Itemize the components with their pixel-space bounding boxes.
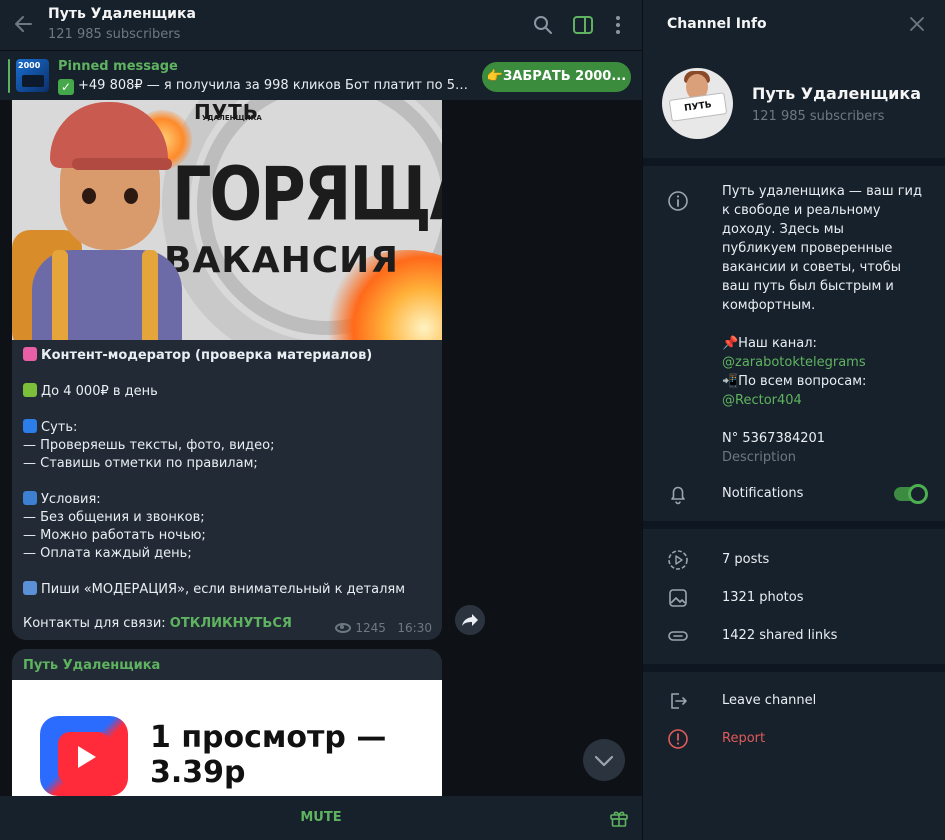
channel-name: Путь Удаленщика bbox=[752, 84, 922, 103]
pinned-action-button[interactable]: 👉ЗАБРАТЬ 2000... bbox=[482, 62, 631, 92]
conditions-item: — Можно работать ночью; bbox=[23, 528, 206, 543]
boy-strap-right bbox=[142, 250, 158, 340]
pinned-message-bar[interactable]: 2000 Pinned message ✓ +49 808₽ — я получи… bbox=[0, 50, 642, 100]
hero-logo-bottom: УДАЛЕНЩИКА bbox=[202, 114, 262, 122]
more-menu-icon[interactable] bbox=[607, 14, 629, 36]
conditions-title-line: Условия: bbox=[23, 491, 435, 509]
essence-item: — Ставишь отметки по правилам; bbox=[23, 456, 258, 471]
photo-icon bbox=[669, 589, 687, 607]
info-icon bbox=[668, 191, 688, 211]
essence-title-line: Суть: bbox=[23, 419, 435, 437]
questions-line: 📲По всем вопросам: bbox=[722, 374, 867, 389]
boy-eye-left bbox=[82, 188, 96, 204]
links-count[interactable]: 1422 shared links bbox=[722, 628, 837, 643]
conditions-item: — Без общения и звонков; bbox=[23, 510, 205, 525]
sponge-emoji-icon bbox=[23, 347, 37, 361]
close-icon[interactable] bbox=[909, 16, 925, 32]
message-bubble[interactable]: Путь Удаленщика 1 просмотр — 3.39р bbox=[12, 649, 442, 809]
description-label: Description bbox=[722, 450, 797, 465]
photos-count[interactable]: 1321 photos bbox=[722, 590, 804, 605]
essence-item: — Проверяешь тексты, фото, видео; bbox=[23, 438, 275, 453]
view-count: 1245 bbox=[355, 621, 386, 635]
boy-eye-right bbox=[124, 188, 138, 204]
channel-subscribers: 121 985 subscribers bbox=[752, 109, 885, 124]
video-app-logo-icon bbox=[40, 716, 128, 796]
panel-title: Channel Info bbox=[667, 16, 767, 32]
message-image[interactable]: ПУТЬ УДАЛЕНЩИКА ГОРЯЩАЯ ВАКАНСИЯ bbox=[12, 100, 442, 340]
link-icon bbox=[668, 631, 688, 641]
hero-headline-2: ВАКАНСИЯ bbox=[164, 240, 399, 281]
message-text: Контент-модератор (проверка материалов) … bbox=[23, 347, 435, 599]
salary-line: До 4 000₽ в день bbox=[23, 383, 435, 401]
views-eye-icon bbox=[335, 623, 352, 633]
leave-channel-button[interactable]: Leave channel bbox=[722, 693, 816, 708]
notifications-toggle[interactable] bbox=[894, 484, 928, 504]
search-icon[interactable] bbox=[532, 14, 554, 36]
lightning-emoji-icon bbox=[23, 581, 37, 595]
pinned-thumbnail: 2000 bbox=[16, 59, 49, 92]
message-author[interactable]: Путь Удаленщика bbox=[23, 658, 160, 673]
channel-number: N° 5367384201 bbox=[722, 431, 826, 446]
boy-strap-left bbox=[52, 250, 68, 340]
divider bbox=[643, 664, 945, 672]
chat-footer: MUTE bbox=[0, 796, 642, 840]
contact-prefix: Контакты для связи: bbox=[23, 616, 170, 631]
posts-count[interactable]: 7 posts bbox=[722, 552, 769, 567]
message-meta: 1245 16:30 bbox=[335, 621, 432, 635]
leave-icon bbox=[671, 693, 687, 709]
report-icon bbox=[668, 729, 688, 749]
message-time: 16:30 bbox=[397, 621, 432, 635]
chat-header: Путь Удаленщика 121 985 subscribers bbox=[0, 0, 642, 50]
channel-link[interactable]: @zarabotoktelegrams bbox=[722, 353, 922, 372]
money-bag-emoji-icon bbox=[23, 383, 37, 397]
channel-info-panel: Channel Info ПУТЬ Путь Удаленщика 121 98… bbox=[642, 0, 945, 840]
salary-text: До 4 000₽ в день bbox=[41, 384, 158, 399]
gift-icon[interactable] bbox=[609, 808, 629, 828]
channel-avatar[interactable]: ПУТЬ bbox=[662, 68, 733, 139]
sidebar-toggle-icon[interactable] bbox=[572, 14, 594, 36]
divider bbox=[643, 158, 945, 166]
notifications-label: Notifications bbox=[722, 486, 804, 501]
forward-share-icon[interactable] bbox=[455, 605, 485, 635]
scroll-down-chevron-icon[interactable] bbox=[583, 739, 625, 781]
vacancy-title-line: Контент-модератор (проверка материалов) bbox=[23, 347, 435, 365]
description-text: Путь удаленщика — ваш гид к свободе и ре… bbox=[722, 184, 922, 313]
questions-link[interactable]: @Rector404 bbox=[722, 391, 922, 410]
message-image-text: 1 просмотр — 3.39р bbox=[150, 720, 387, 790]
chat-area: Путь Удаленщика 121 985 subscribers 2000… bbox=[0, 0, 642, 840]
divider bbox=[643, 521, 945, 529]
channel-line: 📌Наш канал: bbox=[722, 336, 817, 351]
pinned-indicator bbox=[8, 59, 10, 93]
message-bubble[interactable]: ПУТЬ УДАЛЕНЩИКА ГОРЯЩАЯ ВАКАНСИЯ Контент… bbox=[12, 100, 442, 640]
contact-line: Контакты для связи: ОТКЛИКНУТЬСЯ bbox=[23, 616, 292, 631]
back-arrow-icon[interactable] bbox=[12, 13, 34, 35]
pinned-label: Pinned message bbox=[58, 59, 178, 74]
chat-title[interactable]: Путь Удаленщика bbox=[48, 6, 196, 22]
bell-icon bbox=[671, 486, 685, 505]
pinned-text-content: +49 808₽ — я получила за 998 кликов Бот … bbox=[78, 78, 470, 93]
boy-cap-brim bbox=[72, 158, 172, 170]
posts-icon bbox=[668, 550, 688, 570]
channel-description: Путь удаленщика — ваш гид к свободе и ре… bbox=[722, 182, 922, 467]
conditions-item: — Оплата каждый день; bbox=[23, 546, 192, 561]
chat-subscribers: 121 985 subscribers bbox=[48, 27, 181, 42]
call-text: Пиши «МОДЕРАЦИЯ», если внимательный к де… bbox=[41, 582, 406, 597]
contact-link[interactable]: ОТКЛИКНУТЬСЯ bbox=[170, 616, 292, 631]
briefcase-emoji-icon bbox=[23, 491, 37, 505]
essence-title: Суть: bbox=[41, 420, 78, 435]
check-mark-icon: ✓ bbox=[58, 79, 74, 95]
avatar-logo-text: ПУТЬ bbox=[668, 92, 728, 122]
call-line: Пиши «МОДЕРАЦИЯ», если внимательный к де… bbox=[23, 581, 435, 599]
report-button[interactable]: Report bbox=[722, 731, 765, 746]
hero-headline-1: ГОРЯЩАЯ bbox=[172, 150, 442, 238]
board-emoji-icon bbox=[23, 419, 37, 433]
vacancy-title: Контент-модератор (проверка материалов) bbox=[41, 348, 373, 363]
mute-button[interactable]: MUTE bbox=[0, 796, 642, 840]
message-image[interactable]: 1 просмотр — 3.39р bbox=[12, 680, 442, 809]
pinned-text: ✓ +49 808₽ — я получила за 998 кликов Бот… bbox=[58, 78, 470, 95]
conditions-title: Условия: bbox=[41, 492, 101, 507]
